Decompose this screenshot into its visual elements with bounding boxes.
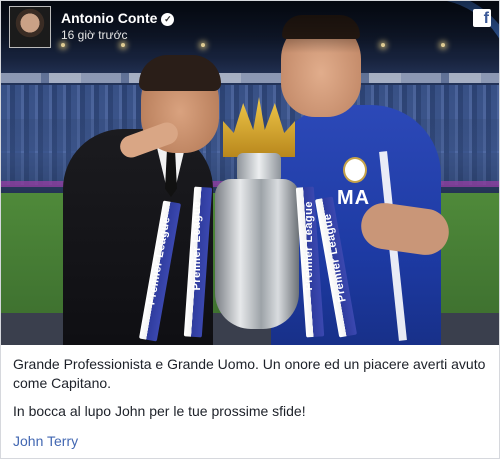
caption-paragraph: In bocca al lupo John per le tue prossim… (13, 403, 306, 419)
avatar[interactable] (9, 6, 51, 48)
post-header: Antonio Conte ✓ 16 giờ trước f (1, 1, 499, 53)
tagged-person-link[interactable]: John Terry (13, 433, 78, 449)
chelsea-badge-icon (343, 157, 367, 183)
ribbon-label: Premier League (303, 201, 315, 291)
author-name-label[interactable]: Antonio Conte (61, 10, 157, 26)
ribbon-label: Premier League (191, 201, 203, 291)
conte-hair (139, 55, 221, 91)
facebook-post: MA Premier League Premier League Premier… (0, 0, 500, 459)
facebook-icon[interactable]: f (473, 9, 491, 27)
jersey-sponsor: MA (337, 187, 371, 209)
author-name[interactable]: Antonio Conte ✓ (61, 10, 175, 26)
post-caption: Grande Professionista e Grande Uomo. Un … (13, 355, 491, 430)
premier-league-trophy (215, 179, 299, 329)
post-timestamp[interactable]: 16 giờ trước (61, 28, 127, 42)
post-photo[interactable]: MA Premier League Premier League Premier… (1, 1, 499, 345)
verified-check-icon: ✓ (161, 13, 175, 26)
caption-paragraph: Grande Professionista e Grande Uomo. Un … (13, 356, 486, 391)
